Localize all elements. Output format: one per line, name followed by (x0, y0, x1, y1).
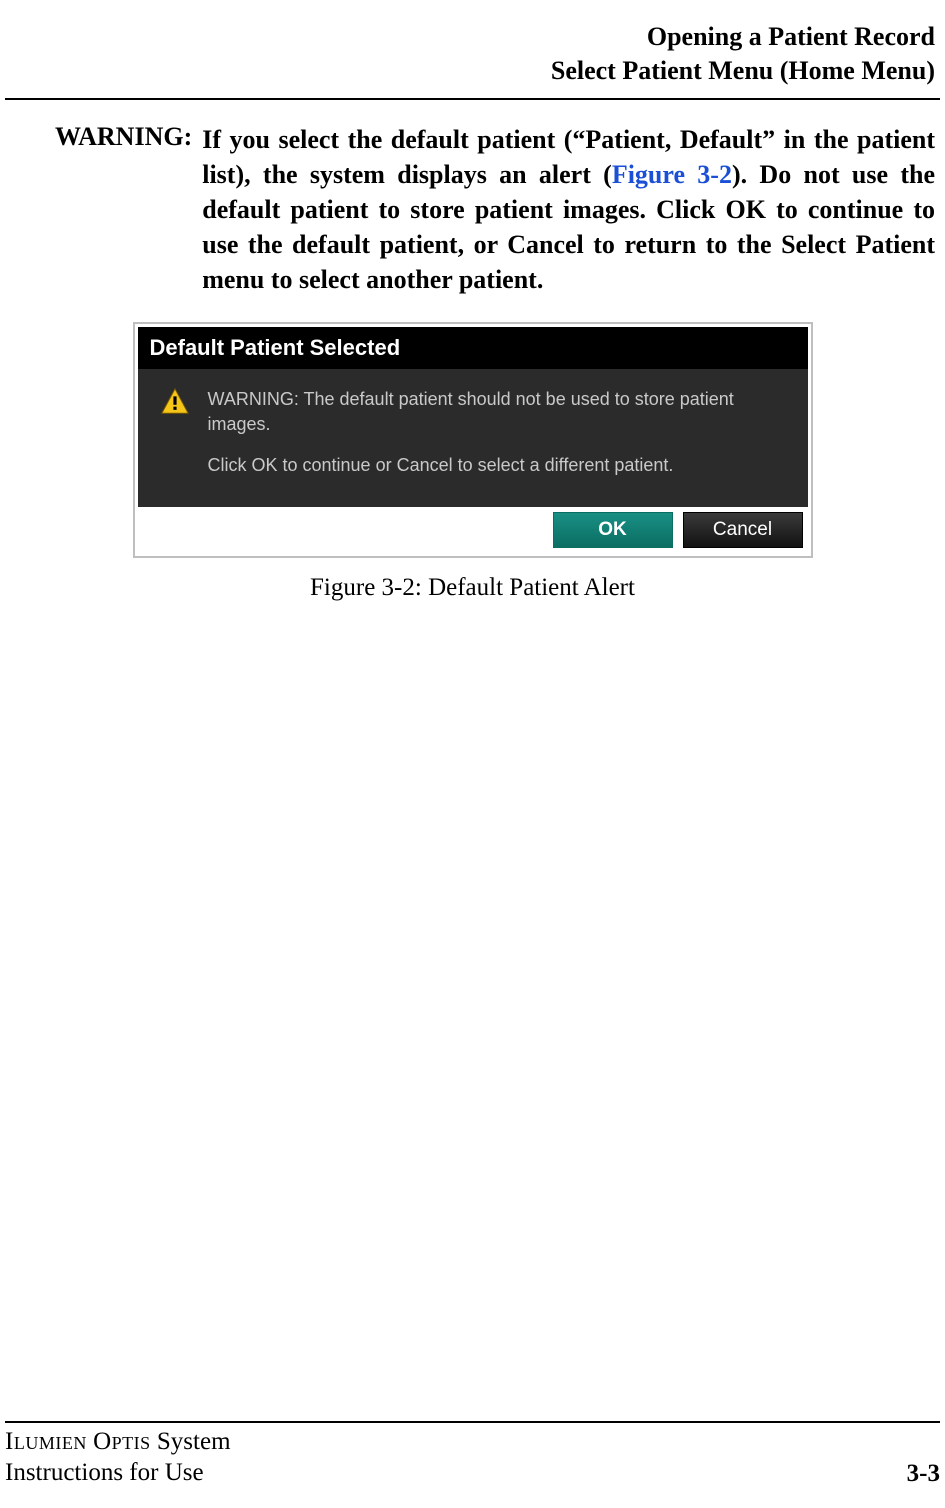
figure-caption: Figure 3-2: Default Patient Alert (310, 574, 635, 602)
footer-system: System (151, 1428, 231, 1455)
header-rule (5, 98, 940, 100)
dialog-buttons: OK Cancel (138, 507, 808, 553)
warning-block: WARNING: If you select the default patie… (5, 122, 940, 297)
header-line-1: Opening a Patient Record (10, 20, 935, 54)
cancel-button[interactable]: Cancel (683, 512, 803, 548)
dialog-line-2: Click OK to continue or Cancel to select… (208, 453, 788, 478)
page-number: 3-3 (907, 1460, 940, 1488)
footer-left: Ilumien Optis System Instructions for Us… (5, 1426, 231, 1489)
footer-rule (5, 1421, 940, 1423)
footer-ilumien: Ilumien (5, 1428, 87, 1455)
footer-line-2: Instructions for Use (5, 1457, 231, 1488)
dialog-title: Default Patient Selected (138, 327, 808, 369)
warning-body: If you select the default patient (“Pati… (202, 122, 935, 297)
warning-icon (158, 387, 192, 421)
figure-wrap: Default Patient Selected WARNING: The de… (5, 322, 940, 602)
page-header: Opening a Patient Record Select Patient … (5, 20, 940, 88)
figure-link[interactable]: Figure 3-2 (612, 160, 732, 189)
dialog: Default Patient Selected WARNING: The de… (133, 322, 813, 558)
dialog-text: WARNING: The default patient should not … (208, 387, 788, 479)
warning-label: WARNING: (55, 122, 202, 152)
footer: Ilumien Optis System Instructions for Us… (5, 1426, 940, 1489)
dialog-inner: Default Patient Selected WARNING: The de… (138, 327, 808, 507)
footer-optis: Optis (93, 1428, 151, 1455)
dialog-line-1: WARNING: The default patient should not … (208, 387, 788, 437)
header-line-2: Select Patient Menu (Home Menu) (10, 54, 935, 88)
ok-button[interactable]: OK (553, 512, 673, 548)
footer-line-1: Ilumien Optis System (5, 1426, 231, 1457)
dialog-body: WARNING: The default patient should not … (138, 369, 808, 507)
